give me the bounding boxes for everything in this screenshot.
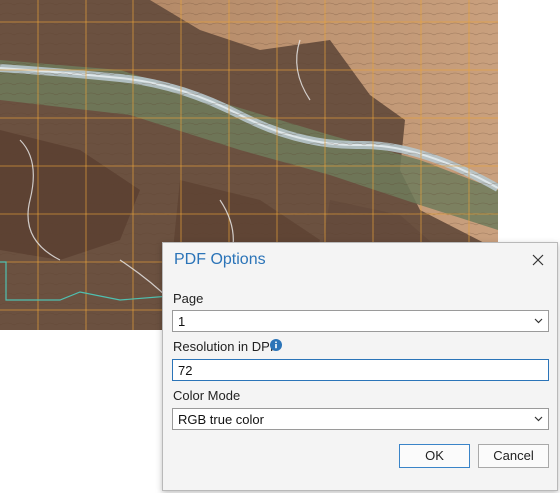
close-icon [532,254,544,266]
resolution-label: Resolution in DPI [173,339,274,354]
resolution-input[interactable] [172,359,549,381]
close-button[interactable] [529,251,547,269]
ok-button[interactable]: OK [399,444,470,468]
page-label: Page [173,291,204,306]
info-icon[interactable] [270,339,282,351]
page-select[interactable]: 1 [172,310,549,332]
color-mode-label: Color Mode [173,388,241,403]
chevron-down-icon [534,318,543,324]
color-mode-select[interactable]: RGB true color [172,408,549,430]
pdf-options-dialog: PDF Options Page 1 Resolution in DPI Col… [162,242,558,491]
cancel-button[interactable]: Cancel [478,444,549,468]
page-select-value: 1 [178,314,186,329]
dialog-title: PDF Options [174,251,266,268]
chevron-down-icon [534,416,543,422]
color-mode-select-value: RGB true color [178,412,264,427]
